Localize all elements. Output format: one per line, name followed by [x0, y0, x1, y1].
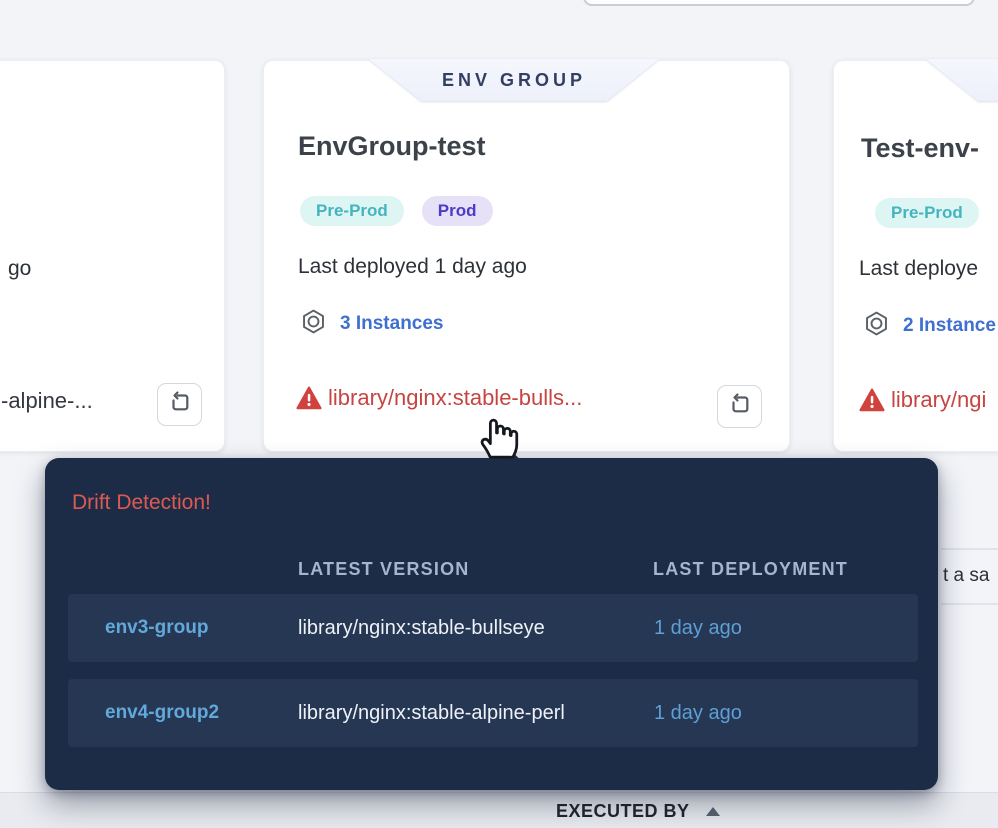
- redeploy-copy-icon: [168, 390, 192, 419]
- hexagon-nut-icon: [300, 308, 327, 340]
- last-deployment-value: 1 day ago: [654, 594, 742, 662]
- table-cell-text-partial: t a sa: [943, 565, 989, 587]
- table-row: env4-group2 library/nginx:stable-alpine-…: [68, 679, 918, 747]
- env-group-banner: [926, 59, 998, 101]
- latest-version-value: library/nginx:stable-alpine-perl: [298, 679, 565, 747]
- executed-by-label: EXECUTED BY: [556, 801, 690, 822]
- drift-image-text[interactable]: library/ngi: [891, 387, 986, 413]
- badge-pre-prod: Pre-Prod: [875, 198, 979, 228]
- env-group-link[interactable]: env4-group2: [105, 679, 219, 747]
- drift-detection-tooltip: Drift Detection! LATEST VERSION LAST DEP…: [45, 458, 938, 790]
- instances-link[interactable]: 3 Instances: [340, 313, 444, 335]
- hexagon-nut-icon: [863, 310, 890, 342]
- env-group-link[interactable]: env3-group: [105, 594, 208, 662]
- column-header-last-deployment: LAST DEPLOYMENT: [653, 559, 848, 580]
- drift-image-row[interactable]: library/nginx:stable-bulls...: [296, 385, 582, 411]
- drift-image-text[interactable]: library/nginx:stable-bulls...: [328, 385, 582, 411]
- image-name-text-partial: -alpine-...: [1, 388, 93, 414]
- last-deployed-text: Last deployed 1 day ago: [298, 255, 527, 279]
- latest-version-value: library/nginx:stable-bullseye: [298, 594, 545, 662]
- last-deployed-text-partial: Last deploye: [859, 257, 978, 281]
- instances-link[interactable]: 2 Instance: [903, 315, 996, 337]
- top-cutoff-bar: [583, 0, 975, 6]
- warning-triangle-icon: [296, 386, 322, 410]
- column-header-latest-version: LATEST VERSION: [298, 559, 469, 580]
- env-group-card-left: go -alpine-...: [0, 60, 225, 452]
- copy-image-button[interactable]: [157, 383, 202, 426]
- executed-by-column-header[interactable]: EXECUTED BY: [556, 801, 720, 822]
- table-row: env3-group library/nginx:stable-bullseye…: [68, 594, 918, 662]
- badge-pre-prod: Pre-Prod: [300, 196, 404, 226]
- card-title: EnvGroup-test: [298, 131, 486, 162]
- last-deployment-value: 1 day ago: [654, 679, 742, 747]
- env-group-card-right: Test-env- Pre-Prod Last deploye 2 Instan…: [833, 60, 998, 452]
- instances-link-row[interactable]: 3 Instances: [300, 308, 444, 340]
- env-group-banner-label: ENV GROUP: [442, 70, 586, 91]
- drift-image-row[interactable]: library/ngi: [859, 387, 986, 413]
- badge-prod: Prod: [422, 196, 493, 226]
- warning-triangle-icon: [859, 388, 885, 412]
- table-divider: [941, 603, 998, 605]
- copy-image-button[interactable]: [717, 385, 762, 428]
- redeploy-copy-icon: [728, 392, 752, 421]
- env-group-card-center: ENV GROUP EnvGroup-test Pre-Prod Prod La…: [263, 60, 790, 452]
- instances-link-row[interactable]: 2 Instance: [863, 310, 996, 342]
- sort-ascending-icon: [706, 807, 720, 816]
- env-group-banner: ENV GROUP: [369, 59, 659, 101]
- card-title: Test-env-: [861, 133, 979, 164]
- tooltip-title: Drift Detection!: [72, 491, 211, 515]
- last-deployed-text-partial: go: [8, 257, 31, 281]
- table-divider: [941, 548, 998, 550]
- table-footer-bar: EXECUTED BY: [0, 792, 998, 828]
